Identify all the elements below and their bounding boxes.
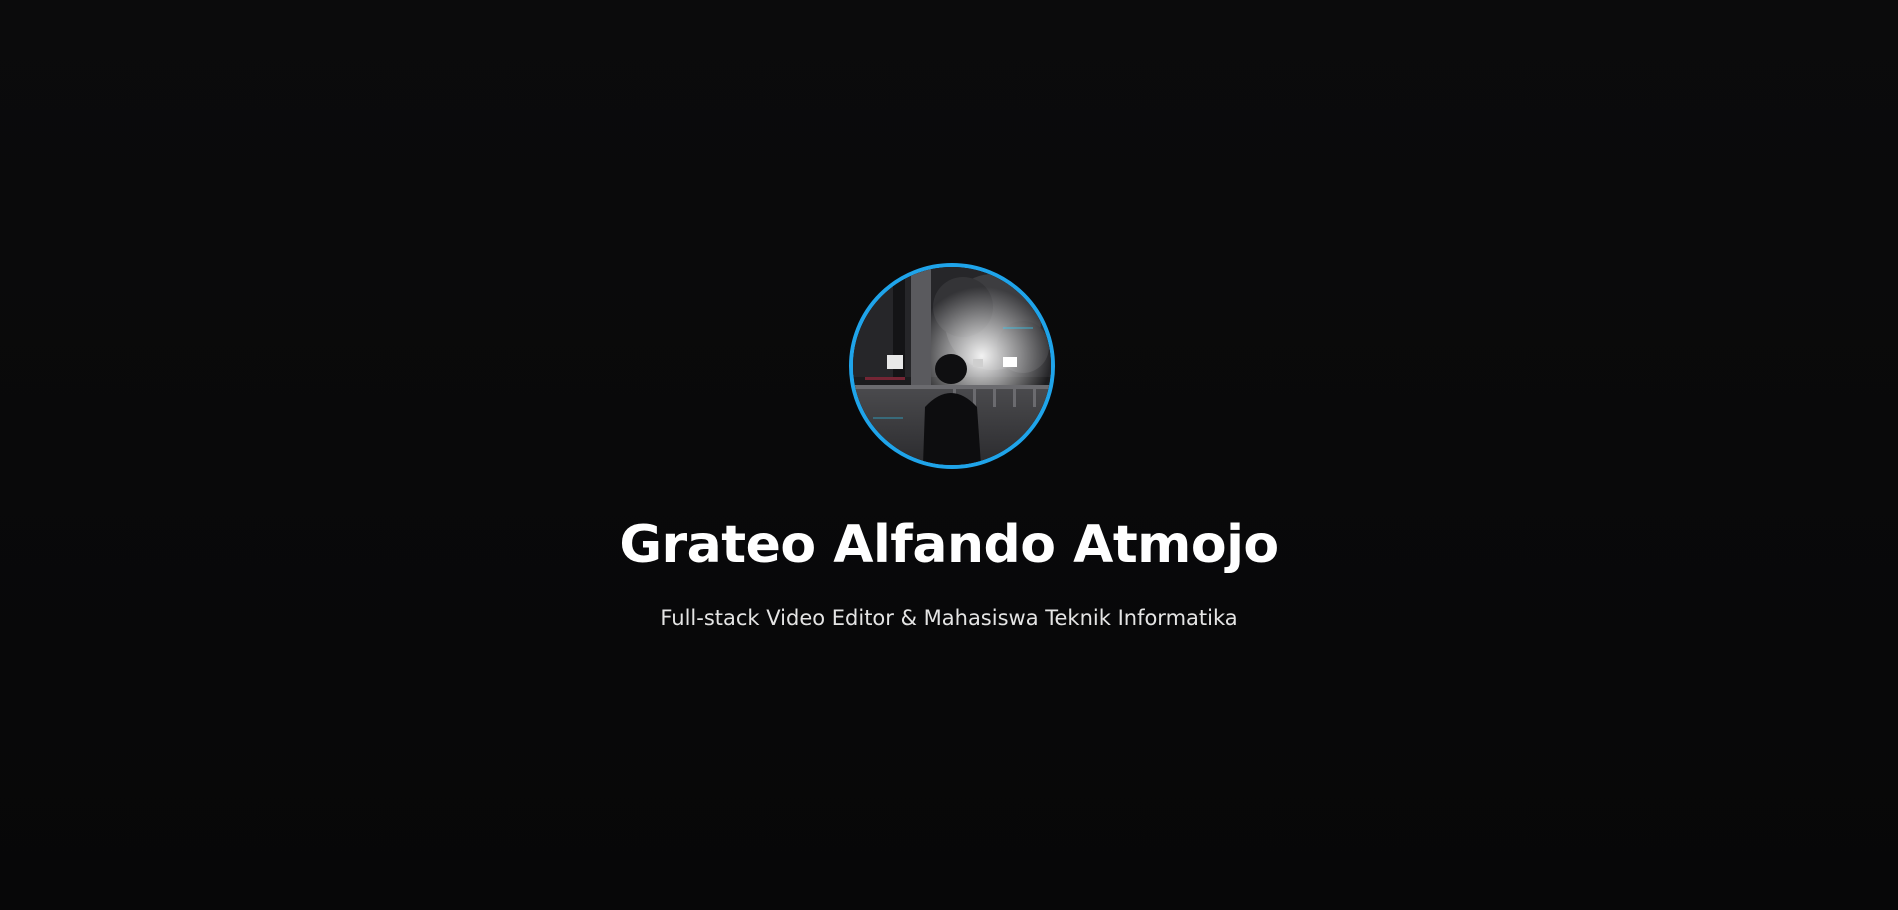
profile-tagline: Full-stack Video Editor & Mahasiswa Tekn… [660, 606, 1238, 630]
profile-name: Grateo Alfando Atmojo [619, 515, 1279, 575]
hero-section: Grateo Alfando Atmojo Full-stack Video E… [0, 0, 1898, 910]
profile-avatar [849, 263, 1055, 469]
profile-photo-icon [853, 267, 1051, 465]
